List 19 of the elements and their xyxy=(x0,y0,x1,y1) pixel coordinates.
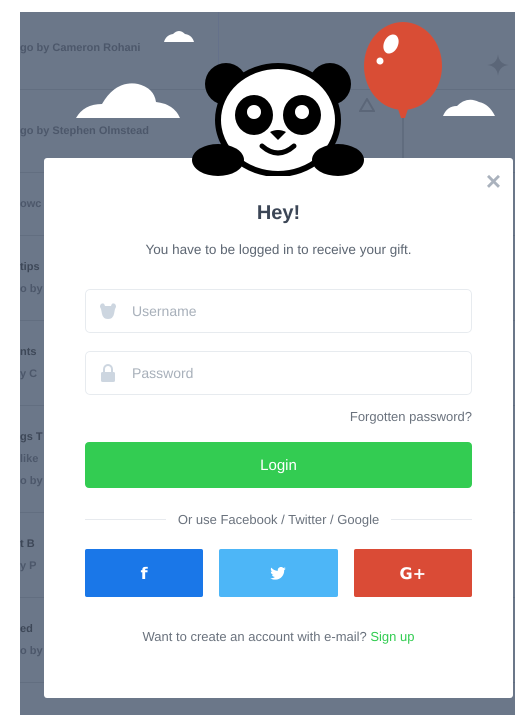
google-button[interactable]: G+ xyxy=(354,549,472,597)
close-button[interactable]: × xyxy=(484,168,503,194)
cloud-icon xyxy=(443,98,495,116)
facebook-button[interactable]: f xyxy=(85,549,204,597)
password-field[interactable]: Password xyxy=(85,351,472,395)
signup-prompt: Want to create an account with e-mail? Sign up xyxy=(142,629,414,644)
forgot-password-link[interactable]: Forgotten password? xyxy=(350,409,472,424)
cloud-icon xyxy=(164,30,194,42)
bird-icon xyxy=(270,566,286,580)
dialog-subtitle: You have to be logged in to receive your gift. xyxy=(146,242,412,257)
triangle-icon xyxy=(359,98,375,112)
signup-link[interactable]: Sign up xyxy=(370,629,414,644)
username-field[interactable]: Username xyxy=(85,289,472,333)
dialog-title: Hey! xyxy=(256,201,300,226)
divider-text: Or use Facebook / Twitter / Google xyxy=(178,512,380,527)
lock-icon xyxy=(99,364,117,382)
twitter-button[interactable] xyxy=(219,549,338,597)
login-button[interactable]: Login xyxy=(85,442,472,488)
bear-icon xyxy=(99,302,117,320)
